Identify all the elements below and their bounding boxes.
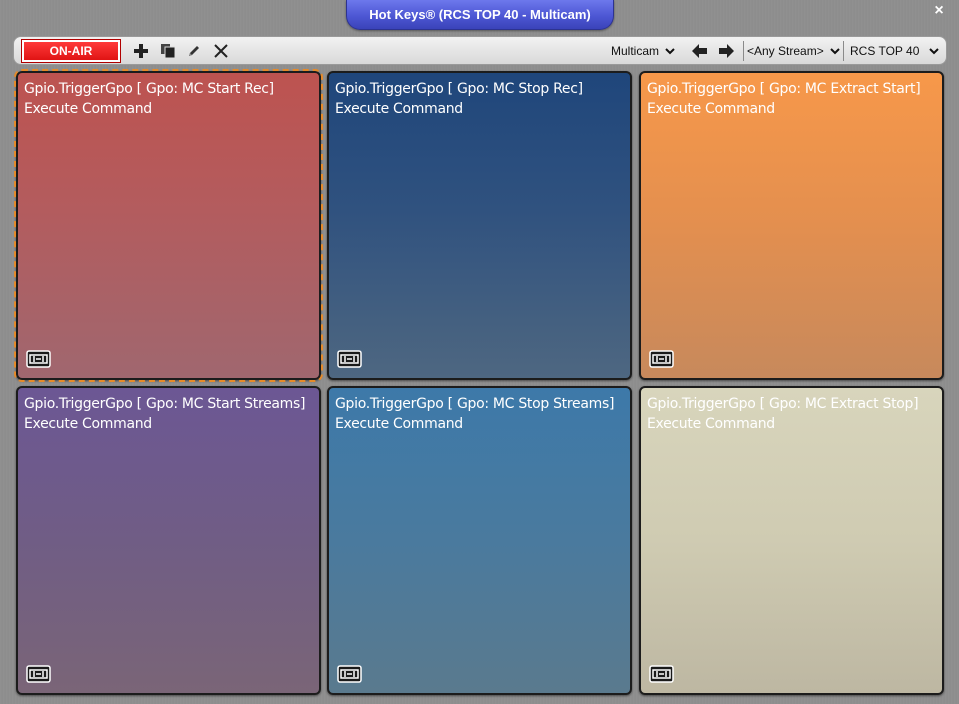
tile-text: Gpio.TriggerGpo [ Gpo: MC Stop Rec] Exec… (335, 79, 626, 119)
stream-dropdown[interactable]: <Any Stream> (747, 41, 840, 61)
hotkey-tile-mc-extract-stop[interactable]: Gpio.TriggerGpo [ Gpo: MC Extract Stop] … (639, 386, 944, 695)
toolbar-separator (743, 41, 744, 61)
tile-text: Gpio.TriggerGpo [ Gpo: MC Stop Streams] … (335, 394, 626, 434)
delete-icon[interactable] (212, 42, 230, 60)
stream-dropdown-value: <Any Stream> (747, 44, 824, 58)
execute-command-icon (26, 665, 51, 683)
tile-action: Execute Command (335, 416, 463, 432)
hotkey-tile-mc-stop-streams[interactable]: Gpio.TriggerGpo [ Gpo: MC Stop Streams] … (327, 386, 632, 695)
tile-action: Execute Command (24, 101, 152, 117)
tile-action: Execute Command (335, 101, 463, 117)
close-button[interactable]: × (930, 2, 948, 20)
group-dropdown-value: Multicam (611, 44, 660, 58)
tile-text: Gpio.TriggerGpo [ Gpo: MC Start Streams]… (24, 394, 315, 434)
chevron-down-icon (830, 44, 840, 58)
tile-command: Gpio.TriggerGpo [ Gpo: MC Stop Rec] (335, 81, 583, 97)
tile-command: Gpio.TriggerGpo [ Gpo: MC Extract Stop] (647, 396, 919, 412)
chevron-down-icon (665, 44, 675, 58)
tile-text: Gpio.TriggerGpo [ Gpo: MC Extract Start]… (647, 79, 938, 119)
tile-command: Gpio.TriggerGpo [ Gpo: MC Start Rec] (24, 81, 274, 97)
on-air-button[interactable]: ON-AIR (21, 39, 121, 63)
tile-command: Gpio.TriggerGpo [ Gpo: MC Start Streams] (24, 396, 306, 412)
execute-command-icon (26, 350, 51, 368)
copy-icon[interactable] (159, 42, 177, 60)
station-dropdown[interactable]: RCS TOP 40 (850, 41, 940, 61)
close-icon[interactable]: × (934, 2, 943, 19)
toolbar: ON-AIR Multicam <Any Stream> RCS TOP 40 (13, 36, 947, 65)
execute-command-icon (649, 350, 674, 368)
hotkey-tile-mc-stop-rec[interactable]: Gpio.TriggerGpo [ Gpo: MC Stop Rec] Exec… (327, 71, 632, 380)
add-icon[interactable] (132, 42, 150, 60)
execute-command-icon (649, 665, 674, 683)
tile-text: Gpio.TriggerGpo [ Gpo: MC Extract Stop] … (647, 394, 938, 434)
hotkey-tile-mc-extract-start[interactable]: Gpio.TriggerGpo [ Gpo: MC Extract Start]… (639, 71, 944, 380)
execute-command-icon (337, 350, 362, 368)
group-dropdown[interactable]: Multicam (611, 41, 675, 61)
arrow-left-icon[interactable] (691, 42, 709, 60)
tile-action: Execute Command (647, 101, 775, 117)
tile-text: Gpio.TriggerGpo [ Gpo: MC Start Rec] Exe… (24, 79, 315, 119)
arrow-right-icon[interactable] (717, 42, 735, 60)
tile-action: Execute Command (647, 416, 775, 432)
tile-command: Gpio.TriggerGpo [ Gpo: MC Stop Streams] (335, 396, 615, 412)
tile-action: Execute Command (24, 416, 152, 432)
tile-command: Gpio.TriggerGpo [ Gpo: MC Extract Start] (647, 81, 921, 97)
edit-icon[interactable] (185, 42, 203, 60)
execute-command-icon (337, 665, 362, 683)
window-title: Hot Keys® (RCS TOP 40 - Multicam) (346, 0, 614, 30)
toolbar-separator (843, 41, 844, 61)
hotkey-tile-mc-start-streams[interactable]: Gpio.TriggerGpo [ Gpo: MC Start Streams]… (16, 386, 321, 695)
station-dropdown-value: RCS TOP 40 (850, 44, 920, 58)
hotkey-tile-mc-start-rec[interactable]: Gpio.TriggerGpo [ Gpo: MC Start Rec] Exe… (14, 69, 323, 382)
chevron-down-icon (929, 44, 940, 58)
